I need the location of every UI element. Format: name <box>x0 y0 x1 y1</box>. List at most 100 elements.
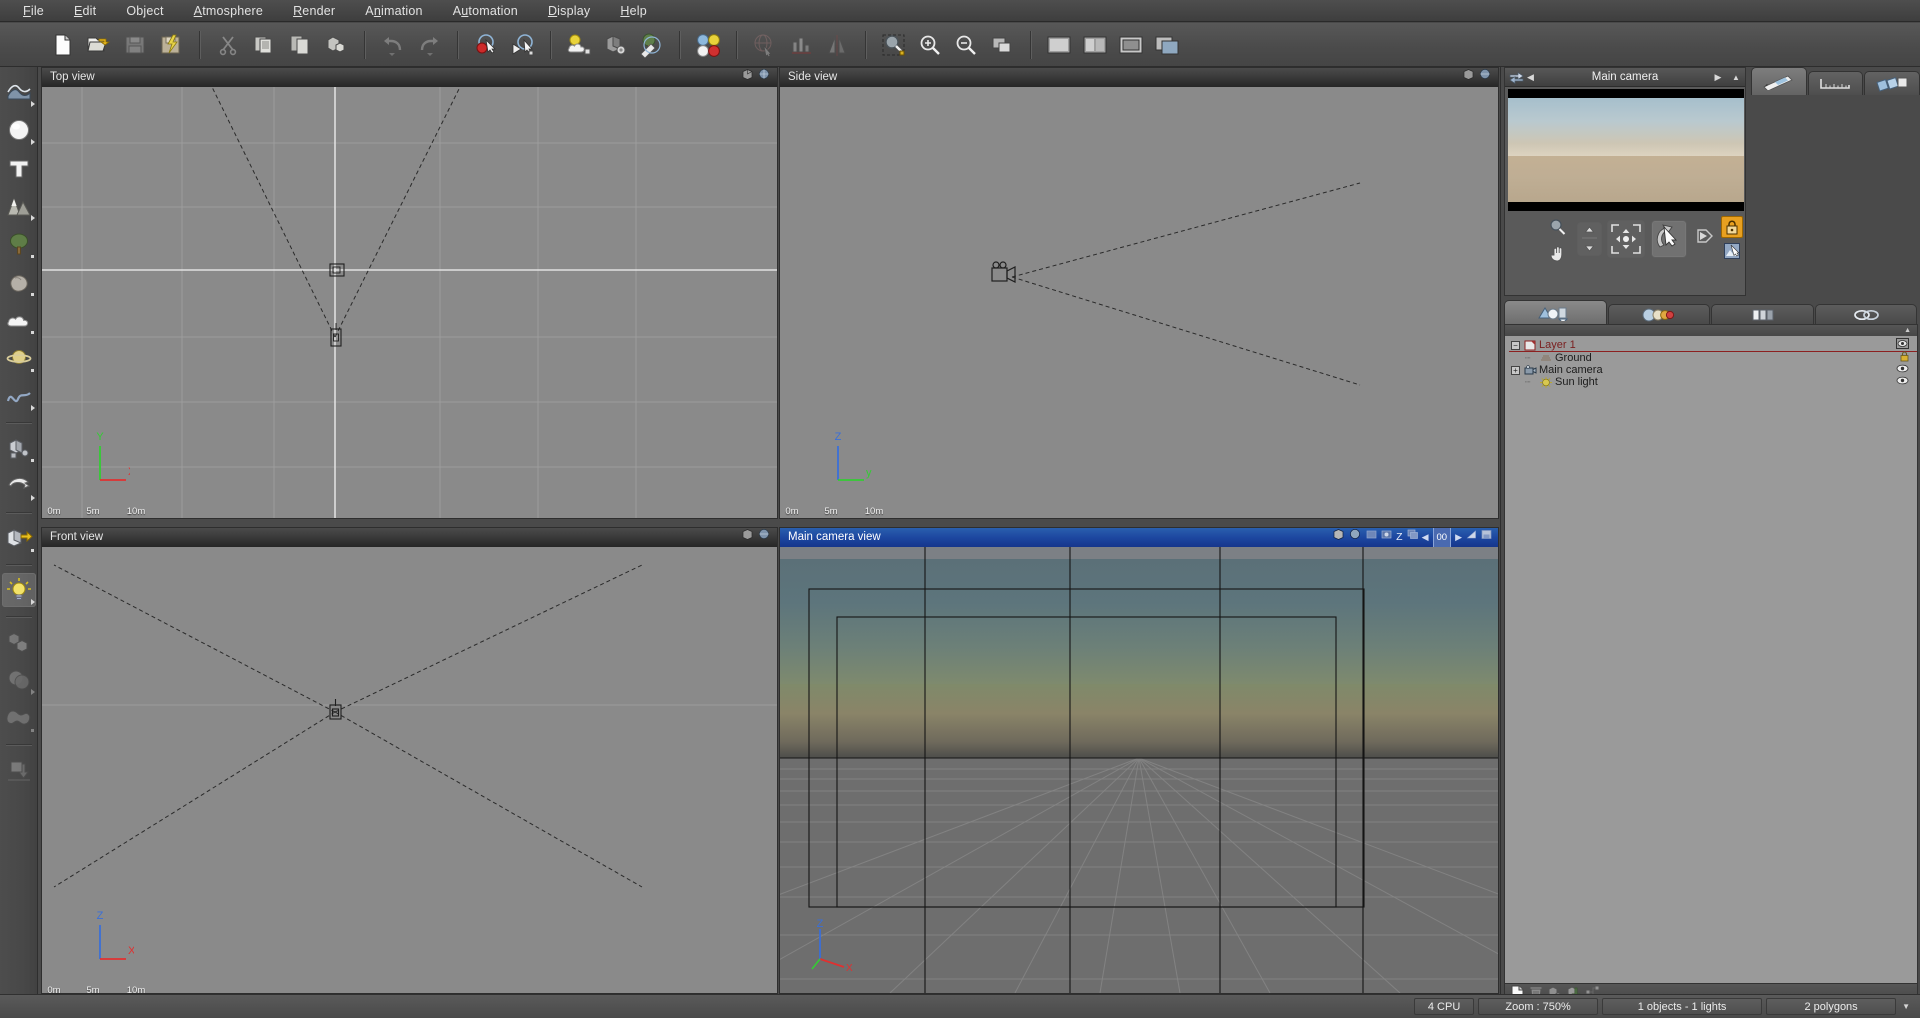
import-object-tool[interactable] <box>2 521 36 555</box>
camera-view-button[interactable] <box>1150 28 1184 62</box>
shading-icon[interactable] <box>1381 528 1392 547</box>
viewport-front-titlebar[interactable]: Front view <box>42 528 777 547</box>
undo-button[interactable] <box>376 28 410 62</box>
world-settings-button[interactable] <box>598 28 632 62</box>
eye-icon[interactable] <box>1896 364 1909 376</box>
save-button[interactable] <box>118 28 152 62</box>
terrain-tool[interactable] <box>2 75 36 109</box>
preview-updown-button[interactable] <box>1577 222 1602 256</box>
frame-counter[interactable]: 00 <box>1432 528 1452 548</box>
metablob-tool[interactable] <box>2 701 36 735</box>
metaball-tool[interactable] <box>2 469 36 503</box>
display-quality-icon[interactable] <box>1366 528 1377 547</box>
menu-help[interactable]: Help <box>605 2 662 20</box>
globe-render-icon[interactable] <box>758 528 771 548</box>
viewport-side-canvas[interactable]: Z y 0m 5m 10m <box>780 87 1498 518</box>
viewport-main-camera-canvas[interactable]: Z X <box>780 547 1498 993</box>
viewport-side[interactable]: Side view Z y 0m 5m 10m <box>779 67 1499 519</box>
camera-prev-arrow[interactable]: ◀ <box>1527 72 1541 83</box>
status-polygons[interactable]: 2 polygons <box>1766 998 1897 1015</box>
light-tool[interactable] <box>1 573 36 607</box>
single-view-button[interactable] <box>1042 28 1076 62</box>
color-picker-button[interactable] <box>691 28 725 62</box>
tree-collapse-arrow[interactable]: ▲ <box>1904 327 1911 334</box>
cube-render-icon[interactable] <box>741 68 754 88</box>
copy-button[interactable] <box>247 28 281 62</box>
viewport-top[interactable]: Top view Y 0m 5m 10m <box>41 67 778 519</box>
tree-row-sun-light[interactable]: ┈ Sun light <box>1509 376 1917 388</box>
cube-render-icon[interactable] <box>1332 528 1345 548</box>
tab-numerics-ruler[interactable] <box>1807 71 1864 95</box>
redo-button[interactable] <box>412 28 446 62</box>
tree-collapse-bar[interactable]: ▲ <box>1505 325 1917 336</box>
cube-render-icon[interactable] <box>1462 68 1475 88</box>
z-buffer-label[interactable]: Z <box>1396 528 1402 547</box>
globe-render-icon[interactable] <box>1479 68 1492 88</box>
menu-animation[interactable]: Animation <box>350 2 437 20</box>
tab-world-browser[interactable] <box>1504 300 1607 324</box>
zoom-out-button[interactable] <box>949 28 983 62</box>
tree-row-layer[interactable]: − Layer 1 <box>1509 338 1917 352</box>
menu-edit[interactable]: Edit <box>59 2 111 20</box>
primitives-tool[interactable] <box>2 431 36 465</box>
viewport-top-canvas[interactable]: Y X 0m 5m 10m <box>42 87 777 518</box>
menu-atmosphere[interactable]: Atmosphere <box>179 2 278 20</box>
preview-rotate-button[interactable] <box>1651 220 1687 258</box>
preview-zoom-button[interactable] <box>1545 216 1571 240</box>
material-editor-button[interactable] <box>634 28 668 62</box>
viewport-main-camera[interactable]: Main camera view Z ◀ 00 ▶ Z X <box>779 527 1499 994</box>
viewport-side-titlebar[interactable]: Side view <box>780 68 1498 87</box>
new-document-button[interactable] <box>46 28 80 62</box>
cube-render-icon[interactable] <box>741 528 754 548</box>
planet-tool[interactable] <box>2 341 36 375</box>
next-frame-icon[interactable]: ▶ <box>1455 528 1462 547</box>
menu-display[interactable]: Display <box>533 2 605 20</box>
status-objects[interactable]: 1 objects - 1 lights <box>1602 998 1763 1015</box>
lock-small-icon[interactable] <box>1900 351 1909 365</box>
prev-frame-icon[interactable]: ◀ <box>1422 528 1429 547</box>
status-dropdown-caret[interactable]: ▼ <box>1900 1002 1916 1011</box>
tree-row-main-camera[interactable]: + Main camera <box>1509 364 1917 376</box>
tab-materials[interactable] <box>1607 304 1710 324</box>
zoom-region-button[interactable] <box>877 28 911 62</box>
camera-collapse-arrow[interactable]: ▲ <box>1727 73 1745 82</box>
menu-file[interactable]: File <box>8 2 59 20</box>
preview-directional-pad[interactable] <box>1607 220 1645 258</box>
preview-lock-button[interactable] <box>1721 216 1743 238</box>
camera-swap-icon[interactable] <box>1505 71 1527 84</box>
tree-rows[interactable]: − Layer 1 ┈ Ground + Main camera ┈ Sun l… <box>1505 336 1917 983</box>
tree-row-ground[interactable]: ┈ Ground <box>1509 351 1917 365</box>
sphere-primitive-tool[interactable] <box>2 113 36 147</box>
duplicate-button[interactable] <box>319 28 353 62</box>
atmosphere-editor-button[interactable] <box>562 28 596 62</box>
mirror-button[interactable] <box>820 28 854 62</box>
group-tool[interactable] <box>2 625 36 659</box>
eye-boxed-icon[interactable] <box>1896 338 1909 352</box>
zoom-in-button[interactable] <box>913 28 947 62</box>
spline-curve-tool[interactable] <box>2 379 36 413</box>
render-preview-button[interactable] <box>505 28 539 62</box>
eye-icon[interactable] <box>1896 376 1909 388</box>
tab-layers[interactable] <box>1711 304 1814 324</box>
viewport-main-camera-titlebar[interactable]: Main camera view Z ◀ 00 ▶ <box>780 528 1498 548</box>
boolean-union-tool[interactable] <box>2 663 36 697</box>
cloud-tool[interactable] <box>2 303 36 337</box>
half-shade-icon[interactable] <box>1466 528 1477 547</box>
wireframe-view-button[interactable] <box>748 28 782 62</box>
menu-render[interactable]: Render <box>278 2 350 20</box>
camera-next-arrow[interactable]: ▶ <box>1709 72 1727 83</box>
globe-render-icon[interactable] <box>1349 528 1362 548</box>
preview-pan-hand-button[interactable] <box>1545 240 1571 266</box>
render-button[interactable] <box>469 28 503 62</box>
tree-expander[interactable]: + <box>1511 365 1520 375</box>
viewport-front[interactable]: Front view Z 0m 5m 10m <box>41 527 778 994</box>
snapshot-icon[interactable] <box>1481 528 1492 547</box>
mountain-tool[interactable] <box>2 189 36 223</box>
tab-links[interactable] <box>1814 304 1917 324</box>
globe-render-icon[interactable] <box>758 68 771 88</box>
fit-view-button[interactable] <box>985 28 1019 62</box>
tab-edit-pen[interactable] <box>1751 67 1807 95</box>
drop-to-ground-tool[interactable] <box>2 753 36 787</box>
status-cpu[interactable]: 4 CPU <box>1414 998 1475 1015</box>
paste-button[interactable] <box>283 28 317 62</box>
